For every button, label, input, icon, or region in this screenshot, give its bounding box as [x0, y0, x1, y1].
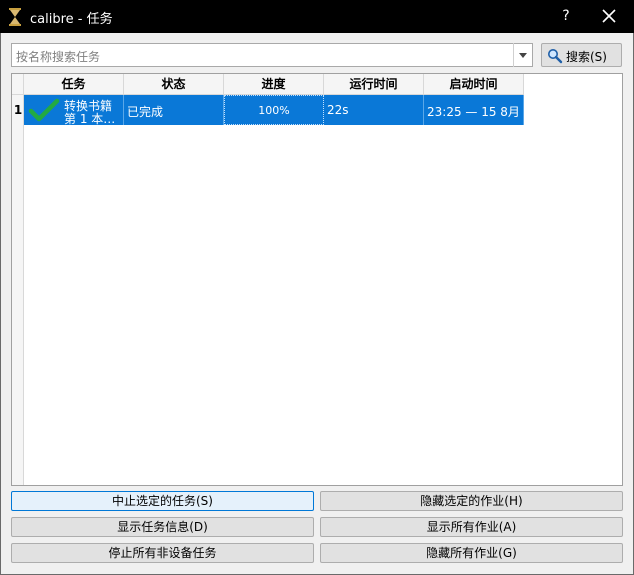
abort-selected-button[interactable]: 中止选定的任务(S) — [11, 491, 314, 511]
job-description: 第 1 本… — [64, 112, 116, 126]
stop-all-non-device-button[interactable]: 停止所有非设备任务 — [11, 543, 314, 563]
start-time-text: 23:25 — 15 8月 — [427, 105, 520, 119]
search-history-dropdown[interactable] — [513, 43, 533, 67]
cell-run-time[interactable]: 22s — [324, 95, 424, 125]
row-header-column — [12, 95, 24, 485]
title-bar: calibre - 任务 ? — [0, 0, 634, 33]
search-input[interactable]: 按名称搜索任务 — [11, 43, 533, 67]
show-details-button[interactable]: 显示任务信息(D) — [11, 517, 314, 537]
cell-job[interactable]: 转换书籍 第 1 本… — [24, 95, 124, 126]
search-icon — [548, 49, 563, 64]
window-title: calibre - 任务 — [30, 12, 113, 27]
run-time-text: 22s — [327, 103, 349, 117]
close-icon[interactable] — [600, 7, 618, 25]
help-button[interactable]: ? — [558, 6, 574, 26]
column-header-start-time[interactable]: 启动时间 — [424, 74, 524, 95]
chevron-down-icon — [519, 53, 527, 58]
search-button-label: 搜索(S) — [566, 50, 607, 64]
hide-selected-button[interactable]: 隐藏选定的作业(H) — [320, 491, 623, 511]
cell-start-time[interactable]: 23:25 — 15 8月 — [424, 95, 524, 125]
check-icon — [28, 98, 60, 122]
search-button[interactable]: 搜索(S) — [541, 43, 622, 67]
cell-progress[interactable]: 100% — [224, 95, 324, 125]
hide-all-button[interactable]: 隐藏所有作业(G) — [320, 543, 623, 563]
show-all-button[interactable]: 显示所有作业(A) — [320, 517, 623, 537]
jobs-table: 任务 状态 进度 运行时间 启动时间 1 转换书籍 第 1 本… 已完成 100… — [11, 73, 623, 486]
status-text: 已完成 — [127, 105, 164, 119]
table-corner — [12, 74, 24, 95]
column-header-job[interactable]: 任务 — [24, 74, 124, 95]
window-border-left — [0, 33, 1, 575]
cell-status[interactable]: 已完成 — [124, 95, 224, 125]
column-header-progress[interactable]: 进度 — [224, 74, 324, 95]
row-number[interactable]: 1 — [12, 95, 24, 125]
search-placeholder: 按名称搜索任务 — [16, 50, 101, 64]
column-header-status[interactable]: 状态 — [124, 74, 224, 95]
calibre-logo-icon — [9, 8, 21, 26]
column-header-run-time[interactable]: 运行时间 — [324, 74, 424, 95]
